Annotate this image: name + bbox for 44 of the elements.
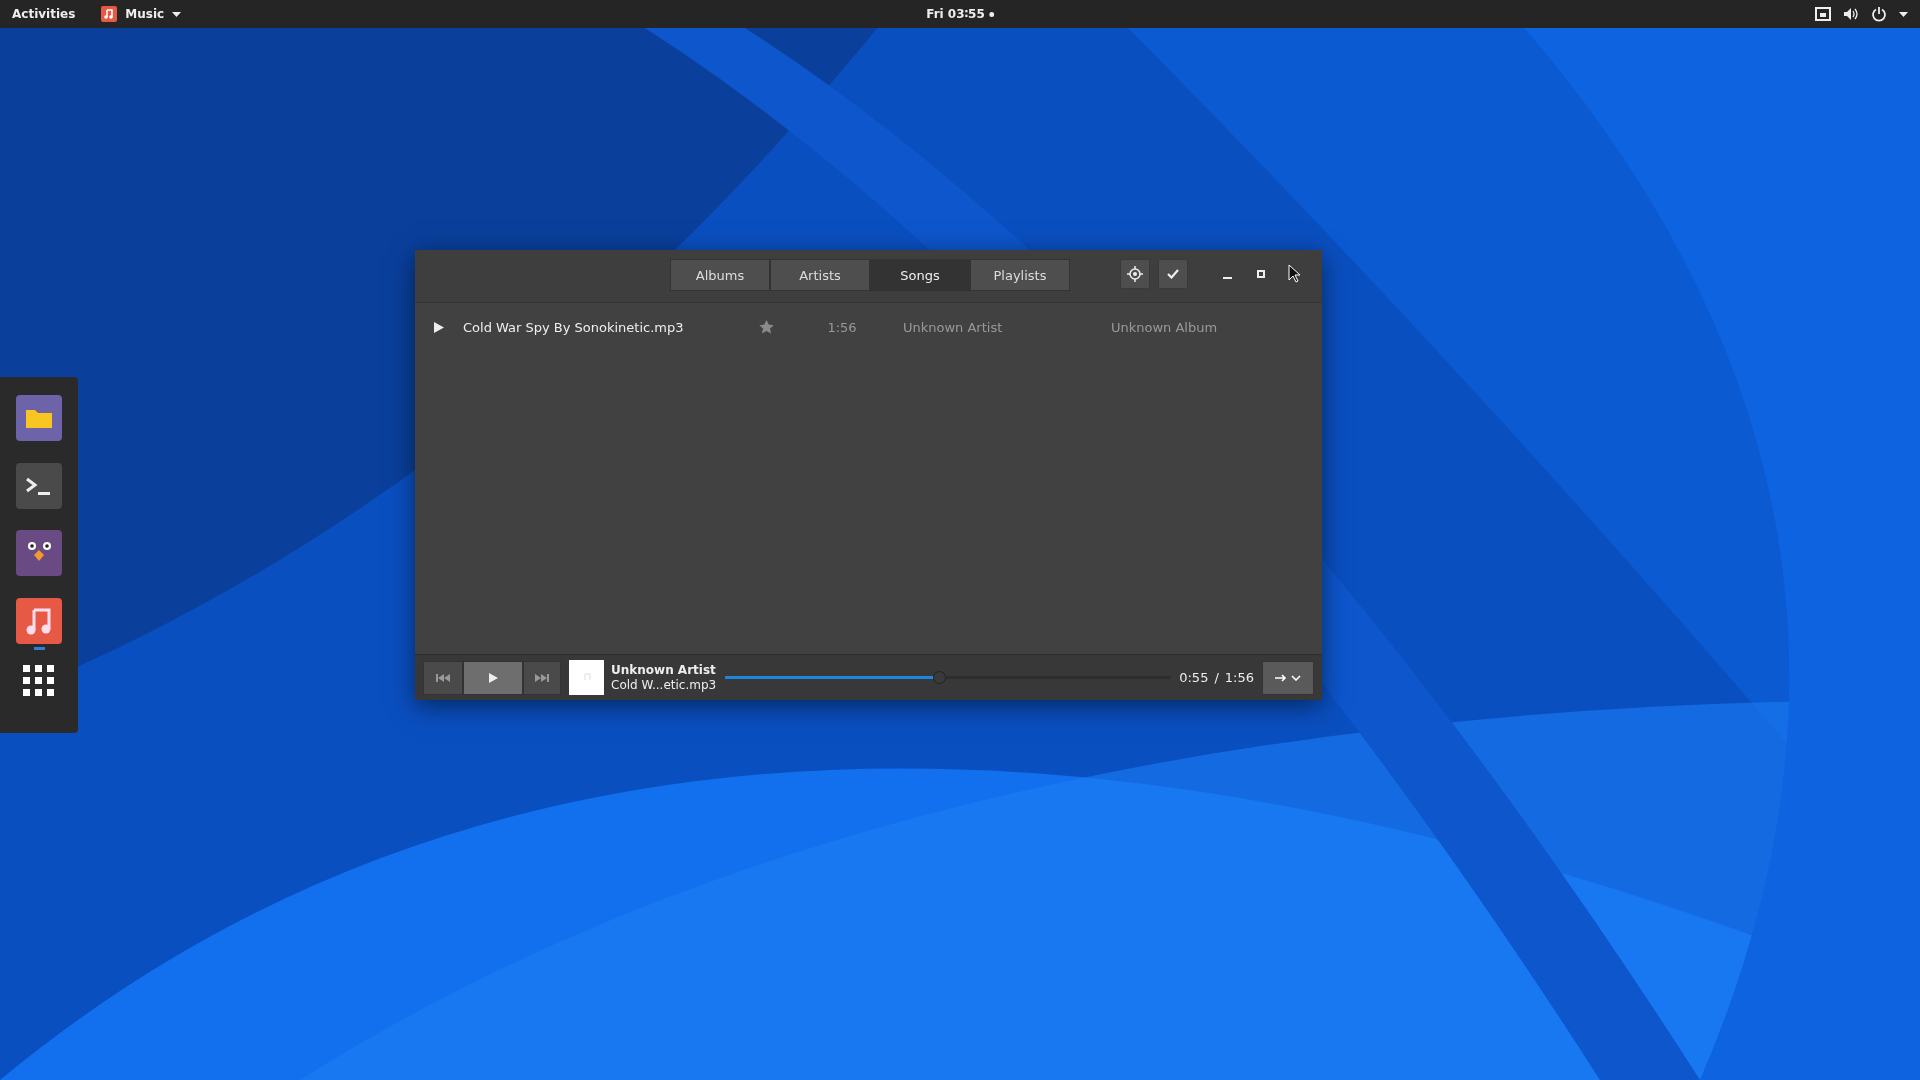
time-separator: / — [1214, 670, 1219, 685]
activities-button[interactable]: Activities — [12, 7, 76, 21]
power-icon[interactable] — [1871, 6, 1887, 22]
next-button[interactable] — [523, 660, 561, 695]
now-playing-title: Cold W...etic.mp3 — [611, 677, 718, 693]
play-icon — [488, 672, 498, 683]
folder-icon[interactable] — [16, 395, 62, 441]
minimize-icon — [1222, 276, 1232, 279]
play-button[interactable] — [463, 660, 523, 695]
song-duration: 1:56 — [826, 319, 858, 335]
now-playing-artist: Unknown Artist — [611, 662, 717, 678]
repeat-mode-button[interactable] — [1262, 660, 1314, 695]
view-tab[interactable]: Albums — [670, 259, 770, 291]
network-icon[interactable] — [1815, 7, 1831, 21]
previous-button[interactable] — [423, 660, 463, 695]
caret-icon — [172, 11, 182, 17]
view-tab[interactable]: Playlists — [970, 259, 1070, 291]
total-time: 1:56 — [1224, 670, 1254, 685]
clock[interactable]: Fri 03∶55 — [926, 7, 985, 21]
song-artist: Unknown Artist — [903, 319, 1004, 335]
maximize-icon — [1257, 270, 1265, 278]
chevron-down-icon — [1291, 674, 1301, 681]
previous-icon — [436, 673, 450, 682]
terminal-icon[interactable] — [16, 462, 62, 509]
pointer-cursor-icon — [1288, 264, 1302, 284]
song-album: Unknown Album — [1111, 319, 1218, 335]
view-tab[interactable]: Artists — [770, 259, 870, 291]
target-button[interactable] — [1120, 259, 1150, 289]
app-menu[interactable]: Music — [125, 7, 165, 21]
notification-dot-icon — [988, 11, 994, 17]
volume-icon[interactable] — [1843, 7, 1859, 21]
caret-icon[interactable] — [1899, 11, 1908, 17]
crosshair-icon — [1127, 266, 1143, 282]
next-icon — [535, 673, 549, 682]
select-button[interactable] — [1158, 259, 1188, 289]
star-icon[interactable] — [758, 320, 774, 334]
progress-slider[interactable] — [725, 671, 1172, 684]
arrow-right-icon — [1275, 673, 1287, 682]
app-grid-icon[interactable] — [23, 665, 55, 698]
bird-icon[interactable] — [16, 530, 62, 577]
view-tab[interactable]: Songs — [870, 259, 970, 291]
elapsed-time: 0:55 — [1179, 670, 1209, 685]
checkmark-icon — [1167, 269, 1179, 279]
song-title[interactable]: Cold War Spy By Sonokinetic.mp3 — [463, 319, 751, 335]
